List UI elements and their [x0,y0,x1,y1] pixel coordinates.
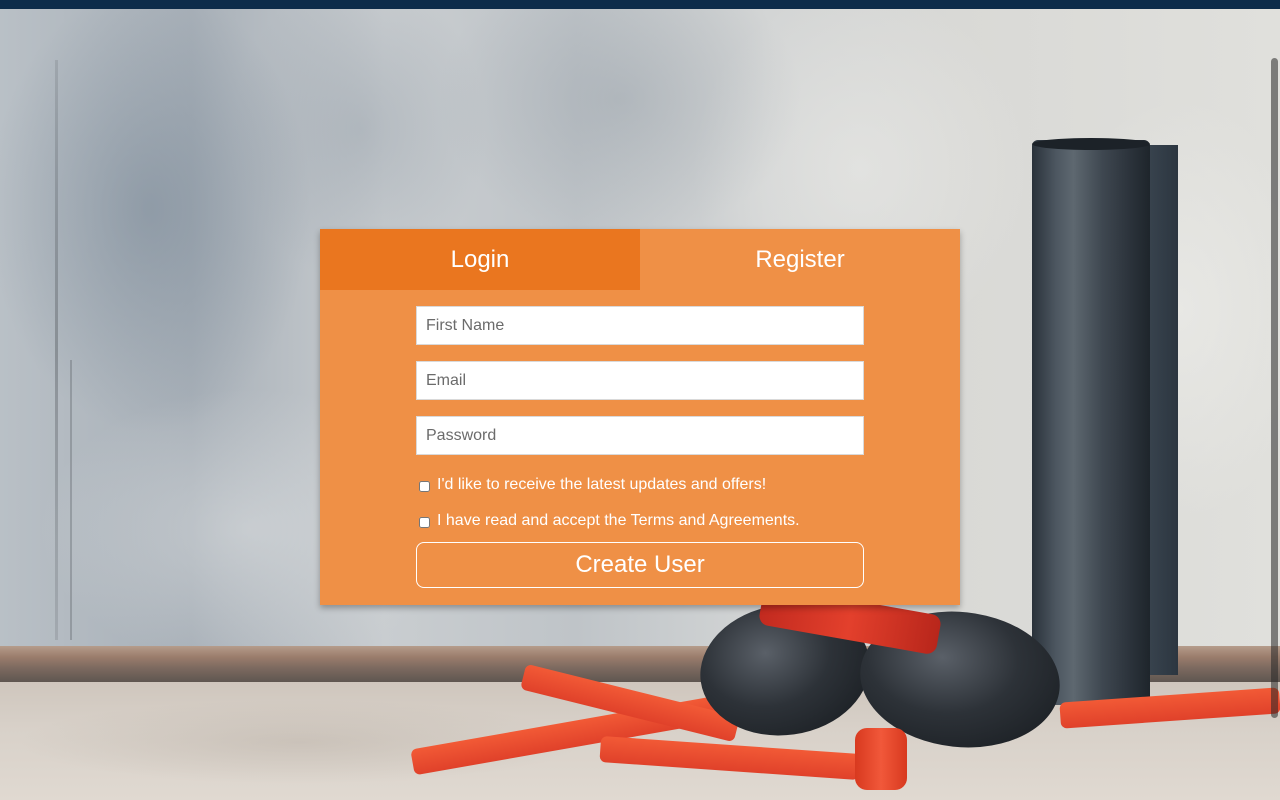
register-form: I'd like to receive the latest updates a… [416,306,864,588]
updates-checkbox-label: I'd like to receive the latest updates a… [437,476,767,493]
first-name-input[interactable] [416,306,864,345]
wall-crack [55,60,58,640]
updates-option[interactable]: I'd like to receive the latest updates a… [419,475,864,495]
tab-register[interactable]: Register [640,229,960,290]
rolled-mat-top [1032,138,1150,150]
rolled-mat [1032,140,1150,705]
terms-option[interactable]: I have read and accept the Terms and Agr… [419,511,864,531]
password-input[interactable] [416,416,864,455]
create-user-button[interactable]: Create User [416,542,864,588]
terms-checkbox-label: I have read and accept the Terms and Agr… [437,512,800,529]
updates-checkbox[interactable] [419,480,430,492]
wall-crack [70,360,72,640]
auth-tabs: Login Register [320,229,960,290]
page: Login Register I'd like to receive the l… [0,0,1280,800]
hand-wrap-roll [855,728,907,790]
email-input[interactable] [416,361,864,400]
terms-checkbox[interactable] [419,516,430,528]
auth-card: Login Register I'd like to receive the l… [320,229,960,605]
tab-login[interactable]: Login [320,229,640,290]
scrollbar[interactable] [1271,58,1278,718]
top-bar [0,0,1280,9]
